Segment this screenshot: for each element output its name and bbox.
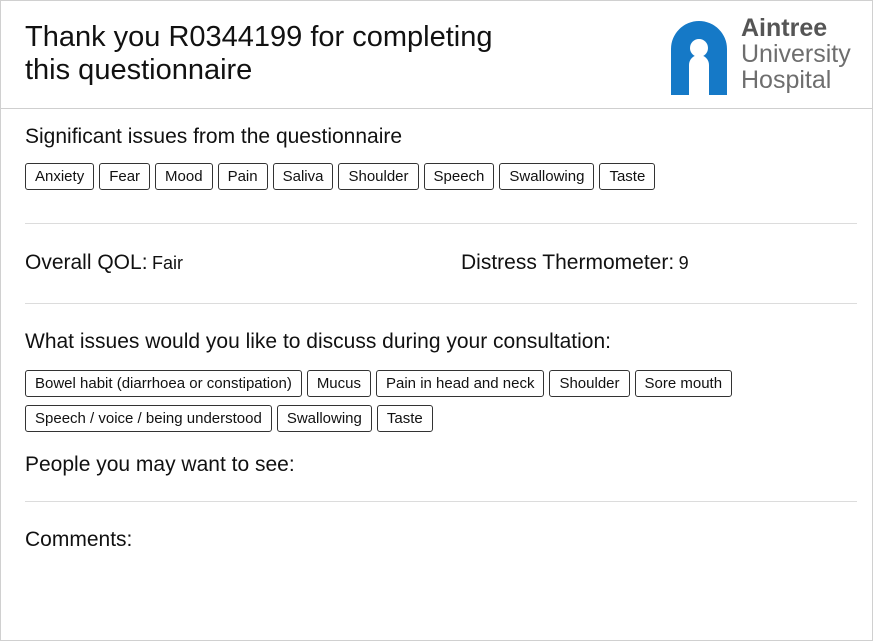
significant-issues-heading: Significant issues from the questionnair… (25, 125, 403, 148)
significant-issue-chip: Fear (99, 163, 151, 190)
discuss-issue-chip: Pain in head and neck (376, 370, 545, 397)
significant-issue-chip: Taste (599, 163, 656, 190)
people-to-see-heading: People you may want to see: (25, 453, 295, 476)
discuss-issue-chip: Speech / voice / being understood (25, 405, 272, 432)
header: Thank you R0344199 for completing this q… (1, 1, 872, 109)
discuss-issue-chip: Swallowing (276, 405, 372, 432)
overall-qol-value: Fair (152, 253, 183, 273)
significant-issue-chip: Shoulder (338, 163, 419, 190)
discuss-issues-list-row-1: Bowel habit (diarrhoea or constipation) … (25, 370, 737, 397)
logo-text: Aintree University Hospital (741, 15, 851, 93)
logo-text-line-1: Aintree (741, 14, 828, 42)
discuss-issue-chip: Bowel habit (diarrhoea or constipation) (25, 370, 302, 397)
page-title: Thank you R0344199 for completing this q… (25, 21, 585, 87)
discuss-issue-chip: Mucus (306, 370, 371, 397)
significant-issue-chip: Saliva (272, 163, 334, 190)
page-title-line-1: Thank you R0344199 for completing (25, 21, 493, 53)
distress-thermometer: Distress Thermometer: 9 (461, 251, 689, 275)
discuss-issues-list-row-2: Speech / voice / being understood Swallo… (25, 405, 438, 432)
questionnaire-summary-page: Thank you R0344199 for completing this q… (0, 0, 873, 641)
significant-issue-chip: Speech (423, 163, 495, 190)
divider (25, 501, 857, 502)
significant-issue-chip: Anxiety (25, 163, 95, 190)
page-title-line-2: this questionnaire (25, 54, 253, 86)
discuss-issue-chip: Sore mouth (634, 370, 733, 397)
hospital-logo-icon (671, 21, 727, 95)
overall-qol-label: Overall QOL: (25, 251, 148, 274)
logo-text-line-2: University (741, 40, 851, 68)
logo-text-line-3: Hospital (741, 66, 832, 94)
divider (25, 223, 857, 224)
significant-issues-list: Anxiety Fear Mood Pain Saliva Shoulder S… (25, 163, 660, 190)
significant-issue-chip: Mood (155, 163, 213, 190)
discuss-issue-chip: Shoulder (549, 370, 630, 397)
discuss-issue-chip: Taste (376, 405, 433, 432)
significant-issue-chip: Pain (217, 163, 268, 190)
overall-qol: Overall QOL: Fair (25, 251, 183, 275)
distress-thermometer-value: 9 (678, 253, 689, 273)
significant-issue-chip: Swallowing (499, 163, 595, 190)
comments-heading: Comments: (25, 528, 133, 551)
discuss-issues-heading: What issues would you like to discuss du… (25, 330, 611, 353)
divider (25, 303, 857, 304)
distress-thermometer-label: Distress Thermometer: (461, 251, 675, 274)
hospital-logo: Aintree University Hospital (671, 15, 861, 99)
